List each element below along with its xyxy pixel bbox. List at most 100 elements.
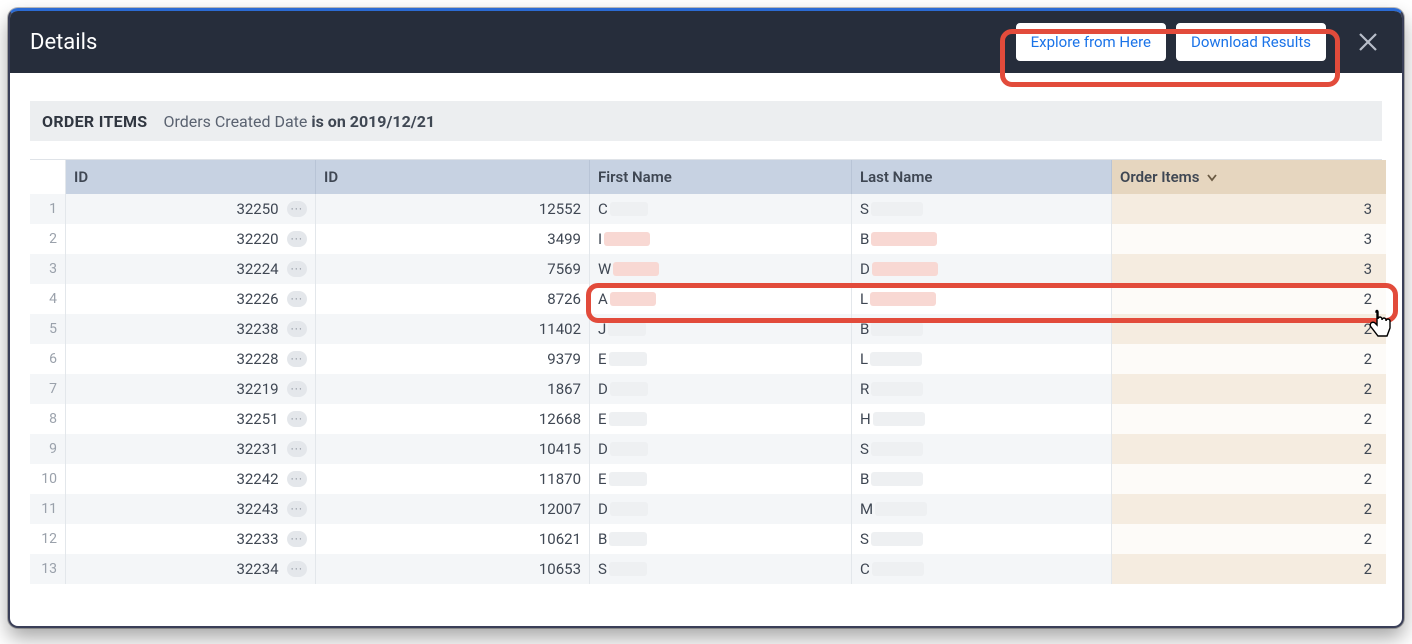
row-actions-icon[interactable]: ··· <box>287 381 307 397</box>
row-actions-icon[interactable]: ··· <box>287 471 307 487</box>
cell-first-name[interactable]: E <box>590 344 852 374</box>
cell-order-items[interactable]: 2 <box>1112 434 1386 464</box>
row-actions-icon[interactable]: ··· <box>287 501 307 517</box>
cell-first-name[interactable]: I <box>590 224 852 254</box>
row-actions-icon[interactable]: ··· <box>287 321 307 337</box>
cell-id2[interactable]: 12668 <box>316 404 590 434</box>
row-actions-icon[interactable]: ··· <box>287 561 307 577</box>
cell-id2[interactable]: 12007 <box>316 494 590 524</box>
col-header-order-items[interactable]: Order Items <box>1112 160 1386 194</box>
table-row[interactable]: 1032242···11870EB2 <box>30 464 1382 494</box>
cell-last-name[interactable]: S <box>852 194 1112 224</box>
cell-last-name[interactable]: L <box>852 344 1112 374</box>
cell-last-name[interactable]: B <box>852 224 1112 254</box>
cell-last-name[interactable]: M <box>852 494 1112 524</box>
table-row[interactable]: 332224···7569WD3 <box>30 254 1382 284</box>
table-row[interactable]: 232220···3499IB3 <box>30 224 1382 254</box>
cell-id1[interactable]: 32231··· <box>66 434 316 464</box>
cell-last-name[interactable]: C <box>852 554 1112 584</box>
cell-last-name[interactable]: B <box>852 314 1112 344</box>
cell-id2[interactable]: 10653 <box>316 554 590 584</box>
cell-last-name[interactable]: S <box>852 434 1112 464</box>
cell-id2[interactable]: 11870 <box>316 464 590 494</box>
cell-last-name[interactable]: B <box>852 464 1112 494</box>
cell-id2[interactable]: 12552 <box>316 194 590 224</box>
cell-first-name[interactable]: S <box>590 554 852 584</box>
cell-id2[interactable]: 9379 <box>316 344 590 374</box>
cell-order-items[interactable]: 2 <box>1112 344 1386 374</box>
table-row[interactable]: 732219···1867DR2 <box>30 374 1382 404</box>
cell-id1[interactable]: 32226··· <box>66 284 316 314</box>
cell-order-items[interactable]: 3 <box>1112 254 1386 284</box>
row-actions-icon[interactable]: ··· <box>287 261 307 277</box>
cell-first-name[interactable]: B <box>590 524 852 554</box>
cell-id1[interactable]: 32234··· <box>66 554 316 584</box>
col-header-id2[interactable]: ID <box>316 160 590 194</box>
cell-id2[interactable]: 7569 <box>316 254 590 284</box>
cell-first-name[interactable]: E <box>590 464 852 494</box>
row-actions-icon[interactable]: ··· <box>287 411 307 427</box>
row-actions-icon[interactable]: ··· <box>287 291 307 307</box>
cell-order-items[interactable]: 2 <box>1112 554 1386 584</box>
cell-first-name[interactable]: C <box>590 194 852 224</box>
table-row[interactable]: 532238···11402JB2 <box>30 314 1382 344</box>
table-row[interactable]: 1132243···12007DM2 <box>30 494 1382 524</box>
table-row[interactable]: 1332234···10653SC2 <box>30 554 1382 584</box>
cell-id1[interactable]: 32233··· <box>66 524 316 554</box>
cell-id2[interactable]: 8726 <box>316 284 590 314</box>
cell-last-name[interactable]: S <box>852 524 1112 554</box>
cell-first-name[interactable]: W <box>590 254 852 284</box>
cell-last-name[interactable]: R <box>852 374 1112 404</box>
cell-id1[interactable]: 32251··· <box>66 404 316 434</box>
cell-first-name[interactable]: D <box>590 374 852 404</box>
cell-last-name[interactable]: D <box>852 254 1112 284</box>
cell-id1[interactable]: 32224··· <box>66 254 316 284</box>
table-row[interactable]: 432226···8726AL2 <box>30 284 1382 314</box>
cell-id2[interactable]: 10415 <box>316 434 590 464</box>
cell-id2[interactable]: 10621 <box>316 524 590 554</box>
col-header-last-name[interactable]: Last Name <box>852 160 1112 194</box>
cell-first-name[interactable]: D <box>590 494 852 524</box>
cell-id2[interactable]: 1867 <box>316 374 590 404</box>
cell-id1[interactable]: 32219··· <box>66 374 316 404</box>
table-row[interactable]: 832251···12668EH2 <box>30 404 1382 434</box>
close-button[interactable] <box>1354 28 1382 56</box>
col-header-first-name[interactable]: First Name <box>590 160 852 194</box>
cell-order-items[interactable]: 2 <box>1112 314 1386 344</box>
cell-order-items[interactable]: 3 <box>1112 194 1386 224</box>
cell-order-items[interactable]: 2 <box>1112 524 1386 554</box>
table-row[interactable]: 632228···9379EL2 <box>30 344 1382 374</box>
cell-first-name[interactable]: J <box>590 314 852 344</box>
cell-first-name[interactable]: A <box>590 284 852 314</box>
cell-id1[interactable]: 32250··· <box>66 194 316 224</box>
explore-from-here-button[interactable]: Explore from Here <box>1016 23 1166 61</box>
cell-id1[interactable]: 32243··· <box>66 494 316 524</box>
redacted-text <box>875 502 927 516</box>
cell-id1[interactable]: 32228··· <box>66 344 316 374</box>
cell-order-items[interactable]: 3 <box>1112 224 1386 254</box>
row-actions-icon[interactable]: ··· <box>287 441 307 457</box>
table-row[interactable]: 1232233···10621BS2 <box>30 524 1382 554</box>
cell-order-items[interactable]: 2 <box>1112 464 1386 494</box>
cell-first-name[interactable]: E <box>590 404 852 434</box>
cell-order-items[interactable]: 2 <box>1112 494 1386 524</box>
cell-id2[interactable]: 11402 <box>316 314 590 344</box>
row-actions-icon[interactable]: ··· <box>287 531 307 547</box>
row-actions-icon[interactable]: ··· <box>287 231 307 247</box>
cell-first-name[interactable]: D <box>590 434 852 464</box>
table-row[interactable]: 132250···12552CS3 <box>30 194 1382 224</box>
cell-last-name[interactable]: H <box>852 404 1112 434</box>
row-actions-icon[interactable]: ··· <box>287 351 307 367</box>
row-actions-icon[interactable]: ··· <box>287 201 307 217</box>
cell-order-items[interactable]: 2 <box>1112 374 1386 404</box>
cell-id1[interactable]: 32220··· <box>66 224 316 254</box>
cell-order-items[interactable]: 2 <box>1112 404 1386 434</box>
table-row[interactable]: 932231···10415DS2 <box>30 434 1382 464</box>
cell-last-name[interactable]: L <box>852 284 1112 314</box>
cell-order-items[interactable]: 2 <box>1112 284 1386 314</box>
cell-id2[interactable]: 3499 <box>316 224 590 254</box>
cell-id1[interactable]: 32238··· <box>66 314 316 344</box>
download-results-button[interactable]: Download Results <box>1176 23 1326 61</box>
cell-id1[interactable]: 32242··· <box>66 464 316 494</box>
col-header-id1[interactable]: ID <box>66 160 316 194</box>
